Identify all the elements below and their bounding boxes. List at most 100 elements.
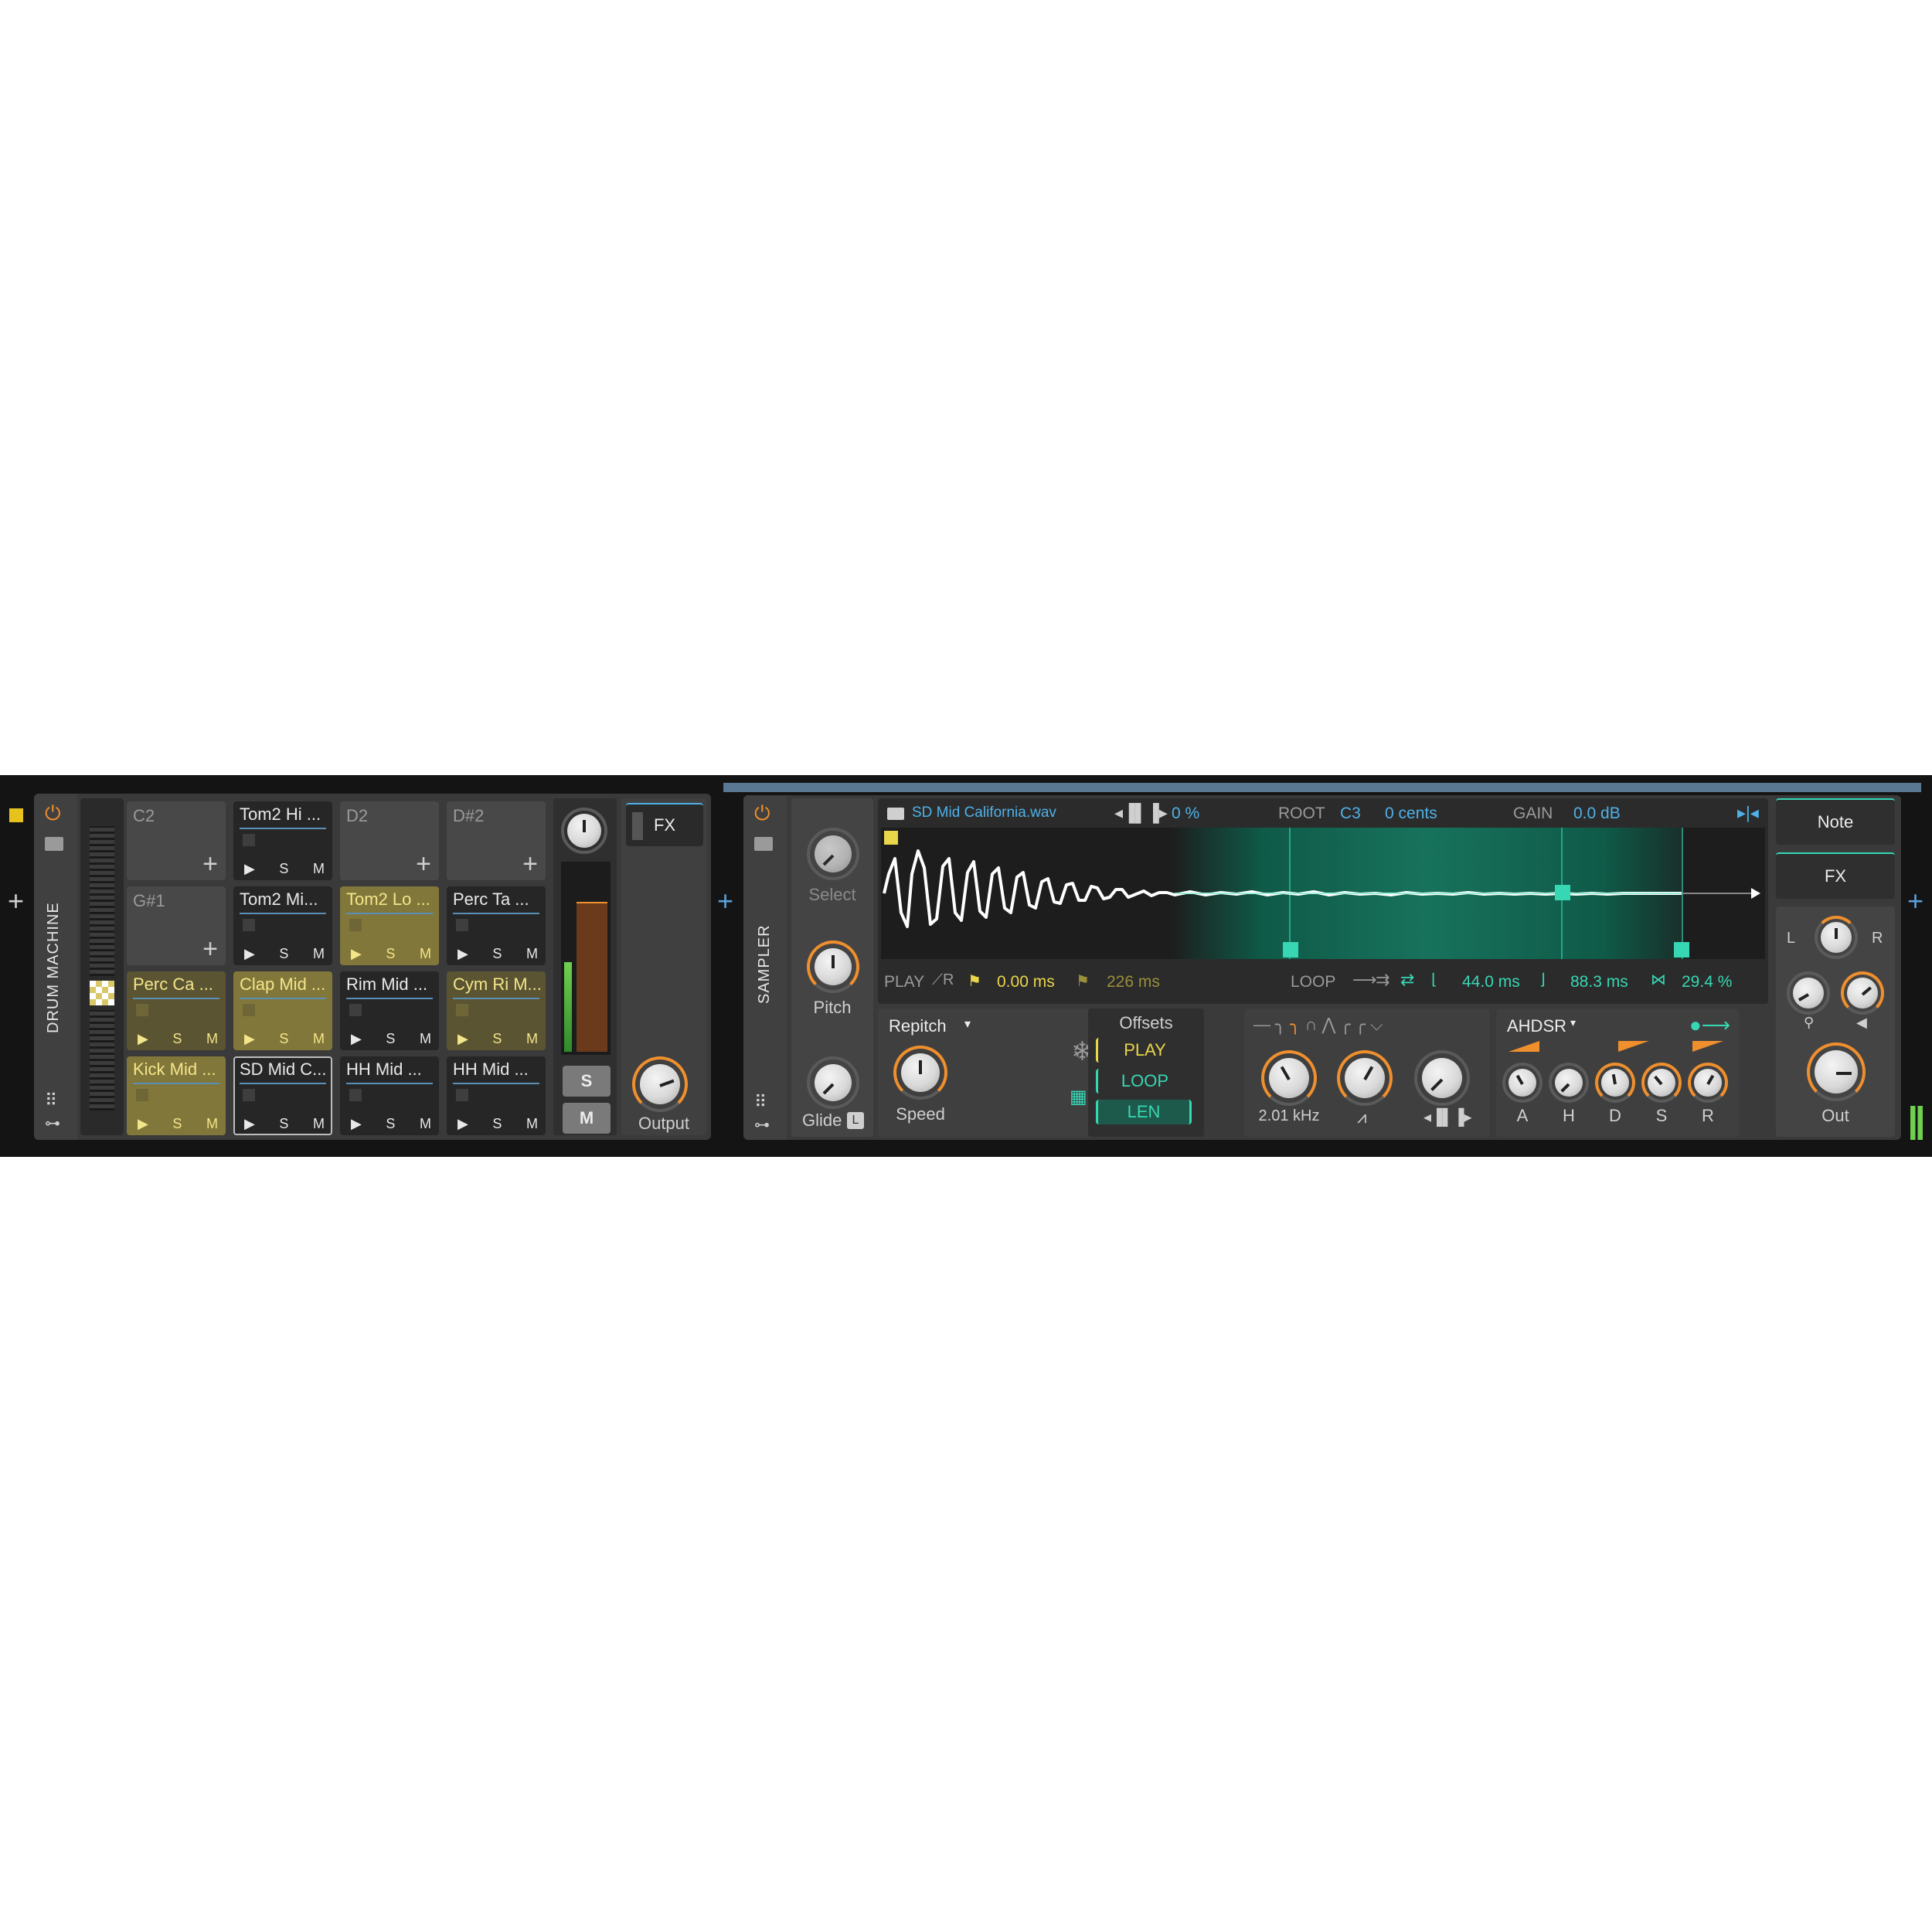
key-icon[interactable]: ⊶ [45,1114,60,1133]
play-reverse-icon[interactable]: ⟋R [932,971,954,989]
pad-solo-button[interactable]: S [492,1031,502,1047]
pad-solo-button[interactable]: S [492,946,502,962]
drum-pad[interactable]: Perc Ca ... ▶ S M [127,971,226,1050]
add-device-after-icon[interactable]: + [1907,885,1923,917]
play-icon[interactable]: ▶ [457,946,468,962]
filter-type-icons[interactable]: —╮╮∩⋀╭╭⌵ [1253,1015,1388,1035]
gain-value[interactable]: 0.0 dB [1573,804,1621,823]
env-knob-d[interactable] [1601,1069,1629,1097]
root-note[interactable]: C3 [1340,804,1361,823]
add-sample-icon[interactable]: + [202,936,218,962]
offset-loop-button[interactable]: LOOP [1096,1069,1192,1094]
release-shape-icon[interactable] [1692,1041,1723,1052]
pad-mute-button[interactable]: M [526,1031,538,1047]
pad-solo-button[interactable]: S [279,1116,288,1132]
percent-value[interactable]: 0 % [1172,804,1199,823]
env-knob-a[interactable] [1509,1069,1536,1097]
glide-knob[interactable] [815,1064,852,1101]
key-icon[interactable]: ⊶ [754,1115,770,1134]
loop-xfade-value[interactable]: 29.4 % [1682,973,1732,992]
play-start-marker[interactable] [884,831,898,845]
meter-fader[interactable] [577,902,607,1052]
filter-hp-icon[interactable]: ╭ [1355,1015,1370,1034]
decay-shape-icon[interactable] [1618,1041,1649,1052]
drum-pad[interactable]: Kick Mid ... ▶ S M [127,1056,226,1135]
pad-mute-button[interactable]: M [313,946,325,962]
add-device-between-icon[interactable]: + [717,885,733,917]
add-sample-icon[interactable]: + [416,851,431,877]
ram-icon[interactable]: ▦ [1070,1086,1087,1108]
offset-len-button[interactable]: LEN [1096,1100,1192,1124]
env-knob-h[interactable] [1555,1069,1583,1097]
send-knob[interactable] [1793,978,1824,1009]
cutoff-knob[interactable] [1269,1058,1309,1098]
play-icon[interactable]: ▶ [351,946,362,962]
drum-pad[interactable]: Perc Ta ... ▶ S M [447,886,546,965]
loop-pingpong-icon[interactable]: ⇄ [1400,970,1414,990]
play-start-value[interactable]: 0.00 ms [997,973,1055,992]
drum-pad[interactable]: C2 + [127,801,226,880]
pad-mute-button[interactable]: M [206,1116,218,1132]
pad-mute-button[interactable]: M [526,946,538,962]
mute-button[interactable]: M [563,1103,611,1134]
drum-pad[interactable]: HH Mid ... ▶ S M [340,1056,439,1135]
play-icon[interactable]: ▶ [138,1116,148,1132]
attack-shape-icon[interactable] [1509,1041,1539,1052]
pitch-knob[interactable] [815,948,852,985]
filter-bp-icon[interactable]: ⋀ [1321,1015,1340,1034]
drum-pad[interactable]: HH Mid ... ▶ S M [447,1056,546,1135]
pad-bank-overview[interactable] [80,798,124,1135]
pad-solo-button[interactable]: S [386,1031,395,1047]
play-end-value[interactable]: 226 ms [1107,973,1160,992]
play-icon[interactable]: ▶ [244,946,255,962]
add-sample-icon[interactable]: + [202,851,218,877]
pad-mute-button[interactable]: M [420,946,431,962]
loop-off-icon[interactable]: ⟶ [1352,970,1377,990]
folder-icon[interactable] [754,837,773,851]
drum-pad[interactable]: SD Mid C... ▶ S M [233,1056,332,1135]
cents-value[interactable]: 0 cents [1385,804,1437,823]
speed-knob[interactable] [901,1053,940,1092]
pad-solo-button[interactable]: S [386,946,395,962]
output-knob[interactable] [640,1064,680,1104]
grid-dots-icon[interactable]: ⠿ [45,1090,57,1111]
resonance-knob[interactable] [1345,1058,1385,1098]
chevron-down-icon[interactable]: ▾ [964,1016,971,1032]
loop-start-handle[interactable] [1283,942,1298,957]
loop-length-value[interactable]: 88.3 ms [1570,973,1628,992]
pad-mute-button[interactable]: M [526,1116,538,1132]
drum-pad[interactable]: Tom2 Hi ... ▶ S M [233,801,332,880]
grid-dots-icon[interactable]: ⠿ [754,1092,767,1112]
play-icon[interactable]: ▶ [351,1116,362,1132]
mode-dropdown[interactable]: Repitch [889,1016,947,1036]
add-sample-icon[interactable]: + [522,851,538,877]
volume-knob[interactable] [567,814,601,848]
power-icon[interactable]: ⏻ [754,801,770,826]
play-icon[interactable]: ▶ [138,1031,148,1047]
pad-mute-button[interactable]: M [313,1031,325,1047]
pad-mute-button[interactable]: M [313,861,325,877]
keyboard-icon[interactable]: ◂▐▌▐▸ [1114,803,1168,823]
env-knob-r[interactable] [1694,1069,1722,1097]
loop-end-handle[interactable] [1674,942,1689,957]
pad-mute-button[interactable]: M [206,1031,218,1047]
filter-lp-icon[interactable]: ╮ [1275,1015,1290,1034]
pad-solo-button[interactable]: S [279,1031,288,1047]
pad-solo-button[interactable]: S [172,1031,182,1047]
drum-pad[interactable]: G#1 + [127,886,226,965]
pad-solo-button[interactable]: S [492,1116,502,1132]
offset-play-button[interactable]: PLAY [1096,1038,1192,1063]
folder-icon[interactable] [45,837,63,851]
envelope-type-dropdown[interactable]: AHDSR [1507,1016,1566,1036]
env-knob-s[interactable] [1648,1069,1675,1097]
pad-solo-button[interactable]: S [172,1116,182,1132]
zoom-fit-icon[interactable]: ▸|◂ [1737,803,1759,823]
solo-button[interactable]: S [563,1066,611,1097]
chevron-down-icon[interactable]: ▾ [1570,1016,1576,1029]
add-device-before-icon[interactable]: + [8,885,24,917]
play-icon[interactable]: ▶ [244,1031,255,1047]
pad-solo-button[interactable]: S [386,1116,395,1132]
drum-pad[interactable]: Tom2 Mi... ▶ S M [233,886,332,965]
pad-solo-button[interactable]: S [279,946,288,962]
out-knob[interactable] [1815,1050,1858,1094]
